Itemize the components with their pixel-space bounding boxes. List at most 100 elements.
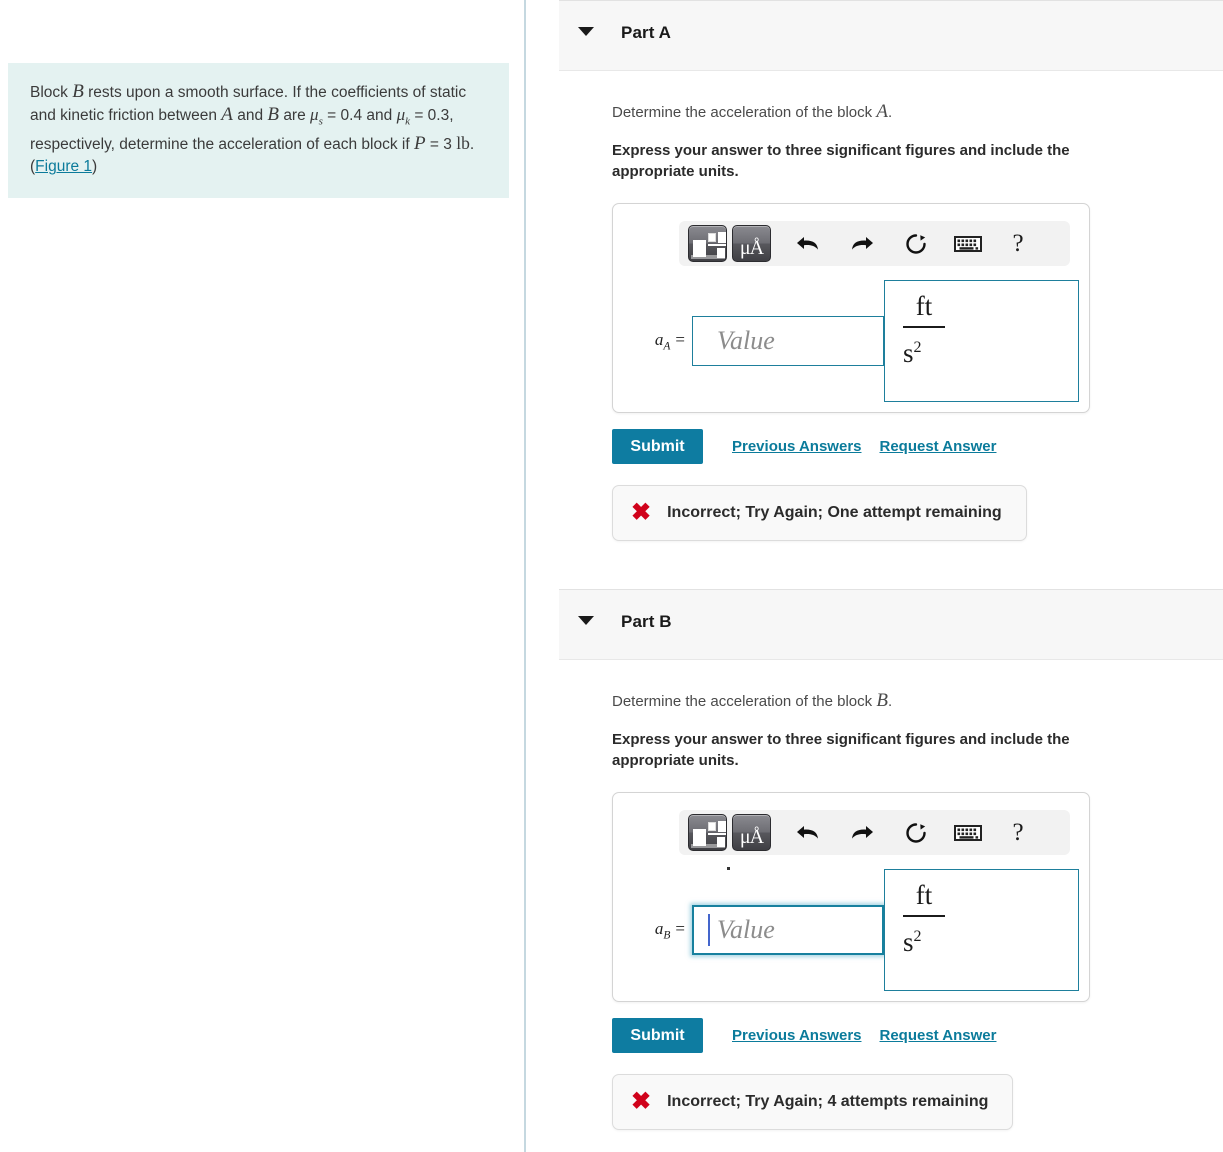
part-a-label-equals: = <box>675 329 685 349</box>
part-a-question: Determine the acceleration of the block … <box>612 71 1223 123</box>
part-a-unit-den-exp: 2 <box>913 339 922 356</box>
part-a-question-var: A <box>876 101 888 122</box>
units-symbol-label: μÅ <box>739 237 764 259</box>
mu-s-glyph: μ <box>310 105 319 124</box>
part-a-answer-label: aA = <box>613 330 685 352</box>
part-a-question-prefix: Determine the acceleration of the block <box>612 104 873 121</box>
part-a-unit-den-base: s <box>903 338 914 368</box>
part-b-request-answer-link[interactable]: Request Answer <box>880 1027 997 1044</box>
mu-s-subscript: s <box>318 115 323 128</box>
part-b-question: Determine the acceleration of the block … <box>612 660 1223 712</box>
part-b-block: Part B Determine the acceleration of the… <box>528 589 1223 1130</box>
problem-var-a1: A <box>221 104 233 125</box>
part-b-equation-row: aB = Value ft s2 <box>613 869 1091 991</box>
part-a-answer-card: μÅ ? aA = Value ft s2 <box>612 203 1090 413</box>
chevron-down-icon[interactable] <box>578 27 594 36</box>
red-x-icon: ✖ <box>631 1088 652 1115</box>
input-marker-dot <box>727 867 730 870</box>
part-a-body: Determine the acceleration of the block … <box>528 71 1223 589</box>
part-a-feedback: ✖ Incorrect; Try Again; One attempt rema… <box>612 485 1027 541</box>
red-x-icon: ✖ <box>631 499 652 526</box>
part-b-title: Part B <box>621 612 672 631</box>
part-b-unit-den-exp: 2 <box>913 928 922 945</box>
assignment-pane: Part A Determine the acceleration of the… <box>528 0 1223 1152</box>
p-units: lb <box>456 133 470 154</box>
problem-statement-pane: Block B rests upon a smooth surface. If … <box>0 0 526 1152</box>
part-b-instruction: Express your answer to three significant… <box>612 731 1070 769</box>
part-a-submit-row: Submit Previous Answers Request Answer <box>612 429 1223 464</box>
part-a-equation-row: aA = Value ft s2 <box>613 280 1091 402</box>
part-b-header[interactable]: Part B <box>559 589 1223 660</box>
mu-k-subscript: k <box>405 115 411 128</box>
problem-text-are: are <box>283 107 306 124</box>
problem-var-p: P <box>413 133 426 155</box>
chevron-down-icon[interactable] <box>578 616 594 625</box>
part-a-previous-answers-link[interactable]: Previous Answers <box>732 438 862 455</box>
part-b-answer-label: aB = <box>613 919 685 941</box>
fraction-bar-icon <box>903 326 945 328</box>
help-label: ? <box>1012 229 1024 257</box>
part-b-submit-row: Submit Previous Answers Request Answer <box>612 1018 1223 1053</box>
reset-circular-arrow-icon[interactable] <box>897 814 935 852</box>
part-a-label-sub: A <box>663 340 671 353</box>
mu-k-glyph: μ <box>396 105 406 124</box>
math-template-icon[interactable] <box>688 814 727 851</box>
part-b-answer-card: μÅ ? aB = Value ft s2 <box>612 792 1090 1002</box>
units-symbol-icon[interactable]: μÅ <box>732 225 771 262</box>
part-a-math-toolbar: μÅ ? <box>679 221 1070 266</box>
paren-close: ) <box>92 158 98 176</box>
part-b-unit-den-base: s <box>903 927 914 957</box>
part-b-question-prefix: Determine the acceleration of the block <box>612 693 873 710</box>
part-b-label-sub: B <box>663 929 671 942</box>
part-a-value-input[interactable]: Value <box>692 316 884 366</box>
problem-var-b1: B <box>72 81 84 102</box>
undo-arrow-icon[interactable] <box>789 225 827 263</box>
part-a-value-placeholder: Value <box>717 326 775 355</box>
problem-text-and: and <box>237 107 264 124</box>
part-b-question-suffix: . <box>887 693 893 710</box>
mu-static-value: = 0.4 <box>327 107 363 124</box>
part-b-value-placeholder: Value <box>717 915 775 944</box>
problem-text-lead: Block <box>30 84 68 101</box>
part-b-unit-box[interactable]: ft s2 <box>884 869 1079 991</box>
part-b-feedback: ✖ Incorrect; Try Again; 4 attempts remai… <box>612 1074 1014 1130</box>
part-b-math-toolbar: μÅ ? <box>679 810 1070 855</box>
part-a-feedback-text: Incorrect; Try Again; One attempt remain… <box>667 504 1002 521</box>
part-a-unit-denominator: s2 <box>901 330 947 371</box>
part-a-unit-box[interactable]: ft s2 <box>884 280 1079 402</box>
part-a-question-suffix: . <box>887 104 893 121</box>
help-icon[interactable]: ? <box>999 814 1037 852</box>
part-a-instruction: Express your answer to three significant… <box>612 142 1070 180</box>
part-b-body: Determine the acceleration of the block … <box>528 660 1223 1130</box>
figure-1-link[interactable]: Figure 1 <box>35 158 92 175</box>
undo-arrow-icon[interactable] <box>789 814 827 852</box>
units-symbol-icon[interactable]: μÅ <box>732 814 771 851</box>
redo-arrow-icon[interactable] <box>843 814 881 852</box>
part-b-unit-numerator: ft <box>915 880 933 910</box>
math-template-icon[interactable] <box>688 225 727 262</box>
problem-text-and2: and <box>366 107 393 124</box>
part-a-header[interactable]: Part A <box>559 0 1223 71</box>
part-b-unit-fraction: ft s2 <box>901 878 947 960</box>
part-a-submit-button[interactable]: Submit <box>612 429 703 464</box>
reset-circular-arrow-icon[interactable] <box>897 225 935 263</box>
part-b-question-var: B <box>876 690 888 711</box>
part-b-value-input[interactable]: Value <box>692 905 884 955</box>
part-a-unit-numerator: ft <box>915 291 933 321</box>
part-b-submit-button[interactable]: Submit <box>612 1018 703 1053</box>
problem-statement-text: Block B rests upon a smooth surface. If … <box>30 81 483 178</box>
part-a-request-answer-link[interactable]: Request Answer <box>880 438 997 455</box>
help-label: ? <box>1012 818 1024 846</box>
mu-kinetic-symbol: μk <box>396 105 411 128</box>
help-icon[interactable]: ? <box>999 225 1037 263</box>
part-b-previous-answers-link[interactable]: Previous Answers <box>732 1027 862 1044</box>
keyboard-icon[interactable] <box>949 814 987 852</box>
fraction-bar-icon <box>903 915 945 917</box>
p-value: = 3 <box>429 136 452 154</box>
redo-arrow-icon[interactable] <box>843 225 881 263</box>
part-b-feedback-text: Incorrect; Try Again; 4 attempts remaini… <box>667 1093 989 1110</box>
part-b-label-equals: = <box>675 918 685 938</box>
mu-static-symbol: μs <box>310 105 323 128</box>
problem-statement-box: Block B rests upon a smooth surface. If … <box>8 63 509 199</box>
keyboard-icon[interactable] <box>949 225 987 263</box>
